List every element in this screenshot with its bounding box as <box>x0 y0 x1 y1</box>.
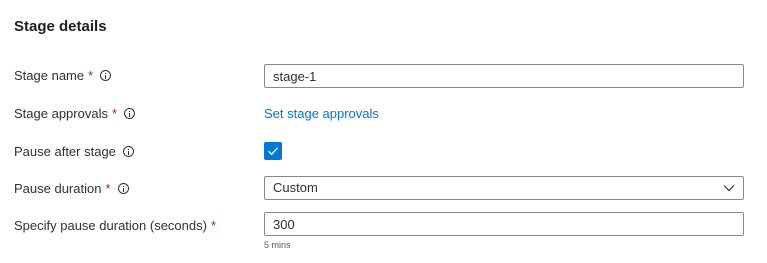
section-title: Stage details <box>14 18 107 35</box>
pause-duration-selected: Custom <box>273 180 318 195</box>
set-stage-approvals-link[interactable]: Set stage approvals <box>264 106 379 121</box>
stage-approvals-label: Stage approvals <box>14 106 108 121</box>
required-marker: * <box>210 218 217 233</box>
pause-seconds-label-group: Specify pause duration (seconds) * <box>14 218 216 233</box>
pause-seconds-label: Specify pause duration (seconds) <box>14 218 207 233</box>
pause-duration-dropdown[interactable]: Custom <box>264 176 744 200</box>
pause-after-stage-checkbox[interactable] <box>264 142 282 160</box>
info-icon[interactable] <box>124 108 136 119</box>
required-marker: * <box>111 106 118 121</box>
info-icon[interactable] <box>117 183 129 194</box>
required-marker: * <box>88 68 94 83</box>
pause-seconds-input[interactable] <box>264 212 744 236</box>
stage-details-panel: Stage details Stage name * Stage approva… <box>0 0 767 263</box>
checkmark-icon <box>268 147 279 156</box>
required-marker: * <box>105 181 111 196</box>
stage-name-label: Stage name <box>14 68 85 83</box>
pause-after-stage-label: Pause after stage <box>14 144 116 159</box>
stage-name-label-group: Stage name * <box>14 68 112 83</box>
info-icon[interactable] <box>122 146 134 157</box>
info-icon[interactable] <box>100 70 112 81</box>
stage-name-input[interactable] <box>264 64 744 88</box>
pause-seconds-hint: 5 mins <box>264 240 291 250</box>
stage-approvals-label-group: Stage approvals * <box>14 106 136 121</box>
pause-duration-label: Pause duration <box>14 181 102 196</box>
pause-duration-label-group: Pause duration * <box>14 181 129 196</box>
pause-after-stage-label-group: Pause after stage <box>14 144 134 159</box>
chevron-down-icon <box>723 185 735 192</box>
